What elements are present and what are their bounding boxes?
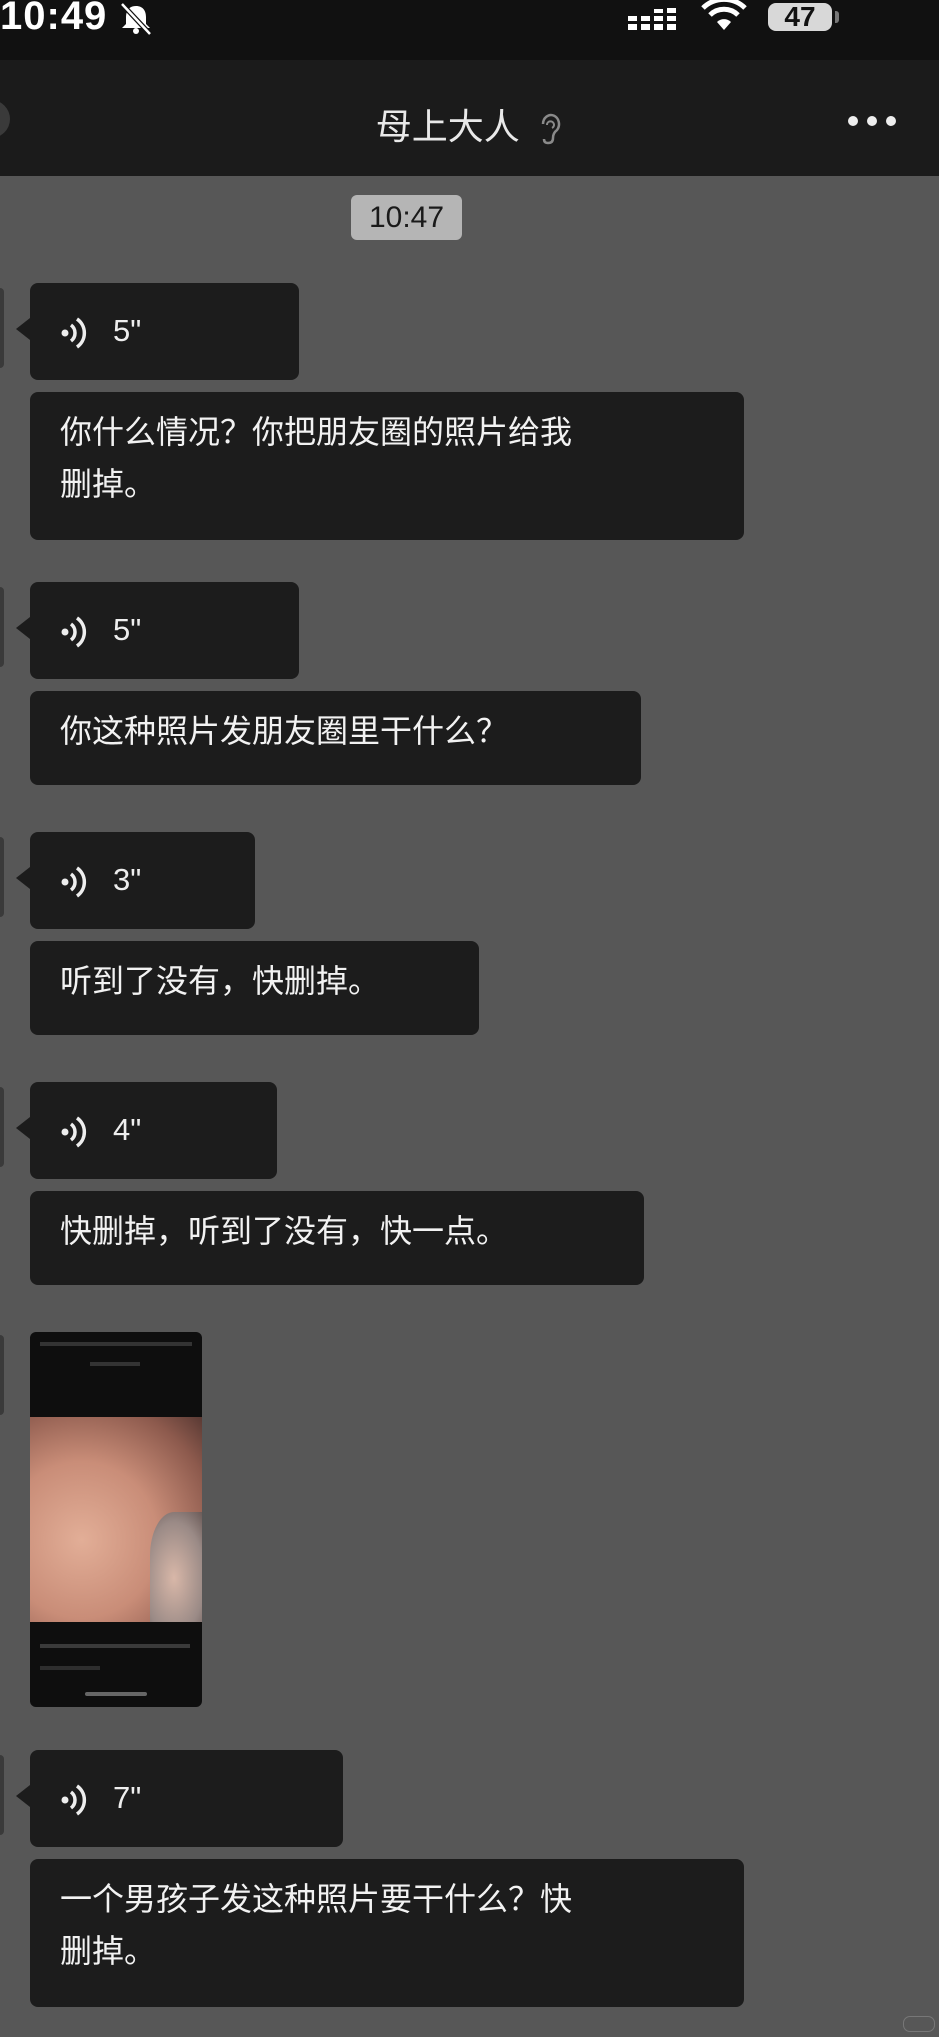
bubble-tail	[16, 1785, 30, 1807]
nav-bar: 母上大人	[0, 60, 939, 176]
text-message[interactable]: 一个男孩子发这种照片要干什么？快 删掉。	[30, 1859, 744, 2007]
message-line: 删掉。	[60, 465, 157, 503]
message-line: 删掉。	[60, 1932, 157, 1970]
message-line: 一个男孩子发这种照片要干什么？快	[60, 1880, 573, 1918]
message-line: 听到了没有，快删掉。	[60, 962, 381, 1000]
bubble-tail	[16, 867, 30, 889]
voice-message[interactable]: 5"	[16, 283, 299, 380]
thumbnail-caption-line	[40, 1666, 100, 1670]
avatar[interactable]	[0, 1755, 4, 1835]
wifi-icon	[701, 0, 747, 30]
voice-wave-icon	[61, 616, 87, 648]
voice-wave-icon	[61, 866, 87, 898]
text-message[interactable]: 快删掉，听到了没有，快一点。	[30, 1191, 644, 1285]
voice-wave-icon	[61, 1784, 87, 1816]
message-line: 你这种照片发朋友圈里干什么？	[60, 712, 509, 750]
avatar[interactable]	[0, 837, 4, 917]
thumbnail-status-line	[40, 1342, 192, 1346]
image-message[interactable]	[30, 1332, 202, 1707]
signal-icon	[628, 4, 684, 30]
voice-wave-icon	[61, 317, 87, 349]
watermark-badge	[903, 2016, 935, 2032]
more-dots-icon[interactable]	[848, 116, 896, 128]
avatar[interactable]	[0, 1087, 4, 1167]
battery-nub	[835, 11, 839, 23]
bubble-tail	[16, 617, 30, 639]
thumbnail-title-line	[90, 1362, 140, 1366]
chat-title: 母上大人	[0, 98, 939, 150]
voice-duration: 3"	[113, 862, 142, 897]
bubble-tail	[16, 1117, 30, 1139]
voice-duration: 5"	[113, 612, 142, 647]
message-line: 你什么情况？你把朋友圈的照片给我	[60, 413, 573, 451]
voice-message[interactable]: 4"	[16, 1082, 277, 1179]
chat-timestamp: 10:47	[351, 195, 462, 240]
battery-icon: 47	[768, 3, 832, 31]
text-message[interactable]: 你这种照片发朋友圈里干什么？	[30, 691, 641, 785]
thumbnail-home-indicator	[85, 1692, 147, 1696]
voice-message[interactable]: 7"	[16, 1750, 343, 1847]
voice-message[interactable]: 3"	[16, 832, 255, 929]
bubble-tail	[16, 318, 30, 340]
bell-muted-icon	[120, 2, 152, 36]
voice-wave-icon	[61, 1116, 87, 1148]
avatar[interactable]	[0, 1335, 4, 1415]
text-message[interactable]: 听到了没有，快删掉。	[30, 941, 479, 1035]
thumbnail-caption-line	[40, 1644, 190, 1648]
avatar[interactable]	[0, 288, 4, 368]
ear-icon	[541, 113, 561, 145]
status-time: 10:49	[0, 0, 108, 38]
voice-message[interactable]: 5"	[16, 582, 299, 679]
status-bar: 10:49 47	[0, 0, 939, 60]
voice-duration: 4"	[113, 1112, 142, 1147]
thumbnail-photo-detail	[150, 1512, 202, 1622]
voice-duration: 5"	[113, 313, 142, 348]
message-line: 快删掉，听到了没有，快一点。	[60, 1212, 509, 1250]
avatar[interactable]	[0, 587, 4, 667]
voice-duration: 7"	[113, 1780, 142, 1815]
chat-title-text: 母上大人	[375, 107, 520, 148]
text-message[interactable]: 你什么情况？你把朋友圈的照片给我 删掉。	[30, 392, 744, 540]
